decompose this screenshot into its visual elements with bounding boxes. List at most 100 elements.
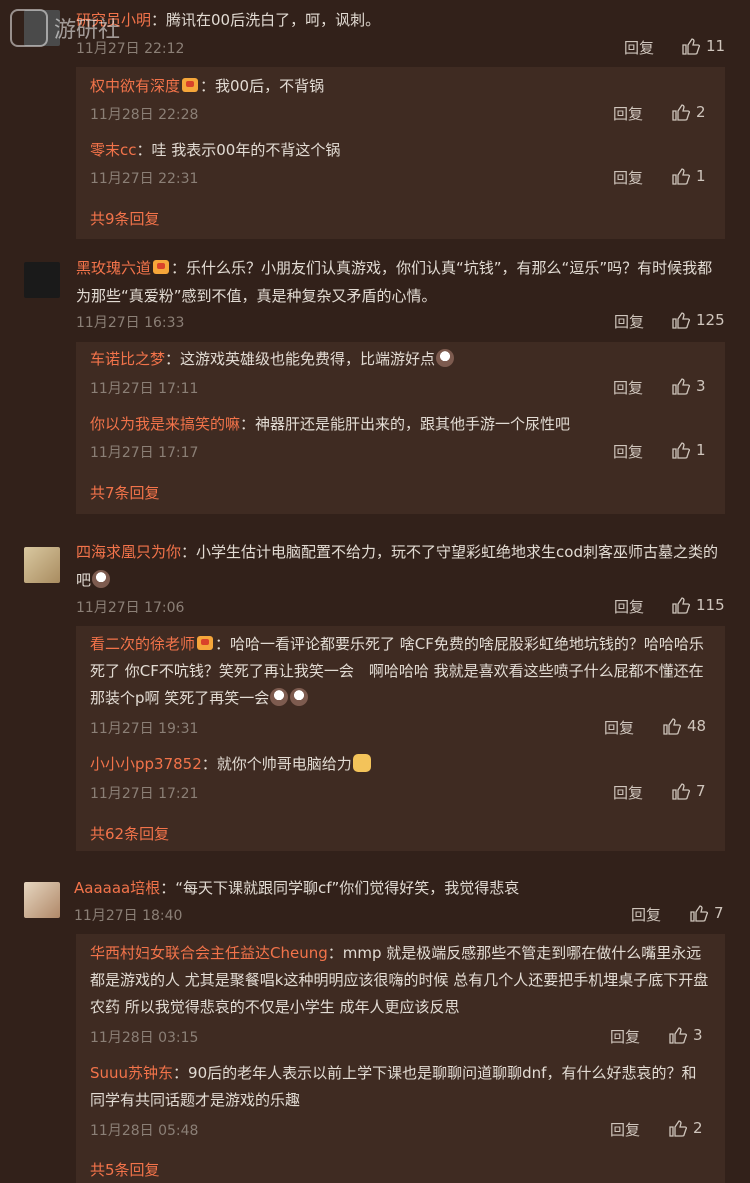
- username[interactable]: 小小小pp37852: [90, 755, 202, 773]
- reply-box: 华西村妇女联合会主任益达Cheung：mmp 就是极端反感那些不管走到哪在做什么…: [76, 934, 725, 1183]
- reply-text: 小小小pp37852：就你个帅哥电脑给力: [90, 751, 710, 778]
- like-count: 7: [714, 904, 724, 922]
- thumb-up-icon: [682, 38, 700, 55]
- timestamp: 11月28日 05:48: [90, 1123, 199, 1139]
- avatar[interactable]: [24, 262, 60, 298]
- like-button[interactable]: 125: [672, 311, 725, 329]
- reply-text: 华西村妇女联合会主任益达Cheung：mmp 就是极端反感那些不管走到哪在做什么…: [90, 944, 709, 1016]
- timestamp: 11月27日 17:21: [90, 786, 199, 802]
- timestamp: 11月27日 17:06: [76, 600, 185, 616]
- username[interactable]: 权中欲有深度: [90, 77, 180, 95]
- like-button[interactable]: 3: [672, 377, 706, 395]
- thumb-up-icon: [663, 718, 681, 735]
- timestamp: 11月28日 03:15: [90, 1030, 199, 1046]
- username[interactable]: 你以为我是来搞笑的嘛: [90, 415, 240, 433]
- username[interactable]: 车诺比之梦: [90, 350, 165, 368]
- thumb-up-icon: [669, 1027, 687, 1044]
- thumb-up-icon: [672, 104, 690, 121]
- like-count: 3: [696, 377, 706, 395]
- reply-text: 你以为我是来搞笑的嘛：神器肝还是能肝出来的，跟其他手游一个尿性吧: [90, 415, 571, 433]
- more-replies-link[interactable]: 共62条回复: [90, 823, 169, 844]
- timestamp: 11月27日 18:40: [74, 908, 183, 924]
- like-button[interactable]: 48: [663, 717, 706, 735]
- comment-text: Aaaaaa培根：“每天下课就跟同学聊cf”你们觉得好笑，我觉得悲哀: [74, 879, 520, 897]
- avatar[interactable]: [24, 547, 60, 583]
- timestamp: 11月27日 22:31: [90, 171, 199, 187]
- like-count: 1: [696, 167, 706, 185]
- like-button[interactable]: 1: [672, 441, 706, 459]
- comment-text: 黑玫瑰六道 ：乐什么乐？小朋友们认真游戏，你们认真“坑钱”，有那么“逗乐”吗？有时…: [76, 259, 713, 305]
- avatar[interactable]: [24, 882, 60, 918]
- reply-button[interactable]: 回复: [613, 782, 643, 803]
- like-button[interactable]: 1: [672, 167, 706, 185]
- thumb-up-icon: [669, 1120, 687, 1137]
- more-replies-link[interactable]: 共5条回复: [90, 1159, 160, 1180]
- thumb-up-icon: [672, 597, 690, 614]
- reply-text: 车诺比之梦：这游戏英雄级也能免费得，比端游好点: [90, 346, 710, 373]
- like-button[interactable]: 7: [672, 782, 706, 800]
- like-button[interactable]: 2: [669, 1119, 703, 1137]
- username[interactable]: 黑玫瑰六道: [76, 259, 151, 277]
- reply-button[interactable]: 回复: [624, 37, 654, 58]
- reply-button[interactable]: 回复: [614, 311, 644, 332]
- like-count: 48: [687, 717, 707, 735]
- username[interactable]: 华西村妇女联合会主任益达Cheung: [90, 944, 328, 962]
- more-replies-link[interactable]: 共7条回复: [90, 482, 160, 503]
- username[interactable]: Aaaaaa培根: [74, 879, 160, 897]
- reply-box: 权中欲有深度 ：我00后，不背锅 11月28日 22:28 回复 2 零末cc：哇…: [76, 67, 725, 239]
- crown-badge-icon: [182, 78, 199, 92]
- thumb-up-icon: [690, 905, 708, 922]
- timestamp: 11月27日 16:33: [76, 315, 185, 331]
- like-button[interactable]: 3: [669, 1026, 703, 1044]
- like-count: 11: [706, 37, 726, 55]
- thumb-up-icon: [672, 378, 690, 395]
- like-button[interactable]: 7: [690, 904, 724, 922]
- like-count: 2: [696, 103, 706, 121]
- comment-text: 研究员小明：腾讯在00后洗白了，呵，讽刺。: [76, 11, 381, 29]
- reply-text: 零末cc：哇 我表示00年的不背这个锅: [90, 141, 341, 159]
- like-count: 115: [696, 596, 725, 614]
- like-count: 3: [693, 1026, 703, 1044]
- timestamp: 11月28日 22:28: [90, 107, 199, 123]
- timestamp: 11月27日 17:11: [90, 381, 199, 397]
- watermark-text: 游研社: [54, 18, 121, 43]
- like-button[interactable]: 11: [682, 37, 725, 55]
- reply-box: 车诺比之梦：这游戏英雄级也能免费得，比端游好点 11月27日 17:11 回复 …: [76, 342, 725, 514]
- username[interactable]: 四海求凰只为你: [76, 543, 181, 561]
- reply-button[interactable]: 回复: [631, 904, 661, 925]
- reply-button[interactable]: 回复: [614, 596, 644, 617]
- laugh-emoji-icon: [270, 688, 289, 706]
- like-count: 1: [696, 441, 706, 459]
- like-button[interactable]: 2: [672, 103, 706, 121]
- laugh-emoji-icon: [92, 570, 111, 588]
- laugh-emoji-icon: [290, 688, 309, 706]
- reply-button[interactable]: 回复: [613, 441, 643, 462]
- like-count: 7: [696, 782, 706, 800]
- crown-badge-icon: [153, 260, 170, 274]
- username[interactable]: 看二次的徐老师: [90, 635, 195, 653]
- thumb-up-icon: [672, 783, 690, 800]
- timestamp: 11月27日 19:31: [90, 721, 199, 737]
- username[interactable]: Suuu苏钟东: [90, 1064, 173, 1082]
- username[interactable]: 零末cc: [90, 141, 137, 159]
- reply-text: 看二次的徐老师 ：哈哈一看评论都要乐死了 啥CF免费的啥屁股彩虹绝地坑钱的？哈哈哈…: [90, 635, 704, 707]
- reply-button[interactable]: 回复: [613, 167, 643, 188]
- like-count: 2: [693, 1119, 703, 1137]
- like-count: 125: [696, 311, 725, 329]
- reply-text: 权中欲有深度 ：我00后，不背锅: [90, 77, 325, 95]
- like-button[interactable]: 115: [672, 596, 725, 614]
- more-replies-link[interactable]: 共9条回复: [90, 208, 160, 229]
- reply-button[interactable]: 回复: [610, 1119, 640, 1140]
- reply-button[interactable]: 回复: [610, 1026, 640, 1047]
- reply-button[interactable]: 回复: [604, 717, 634, 738]
- watermark-logo-icon: [10, 9, 48, 47]
- reply-button[interactable]: 回复: [613, 377, 643, 398]
- thumb-up-icon: [672, 312, 690, 329]
- crown-badge-icon: [197, 636, 214, 650]
- reply-text: Suuu苏钟东：90后的老年人表示以前上学下课也是聊聊问道聊聊dnf，有什么好悲…: [90, 1064, 697, 1109]
- thumb-up-icon: [672, 442, 690, 459]
- laugh-emoji-icon: [436, 349, 455, 367]
- reply-button[interactable]: 回复: [613, 103, 643, 124]
- comment-text: 四海求凰只为你：小学生估计电脑配置不给力，玩不了守望彩虹绝地求生cod刺客巫师古…: [76, 543, 718, 589]
- cat-emoji-icon: [352, 754, 371, 772]
